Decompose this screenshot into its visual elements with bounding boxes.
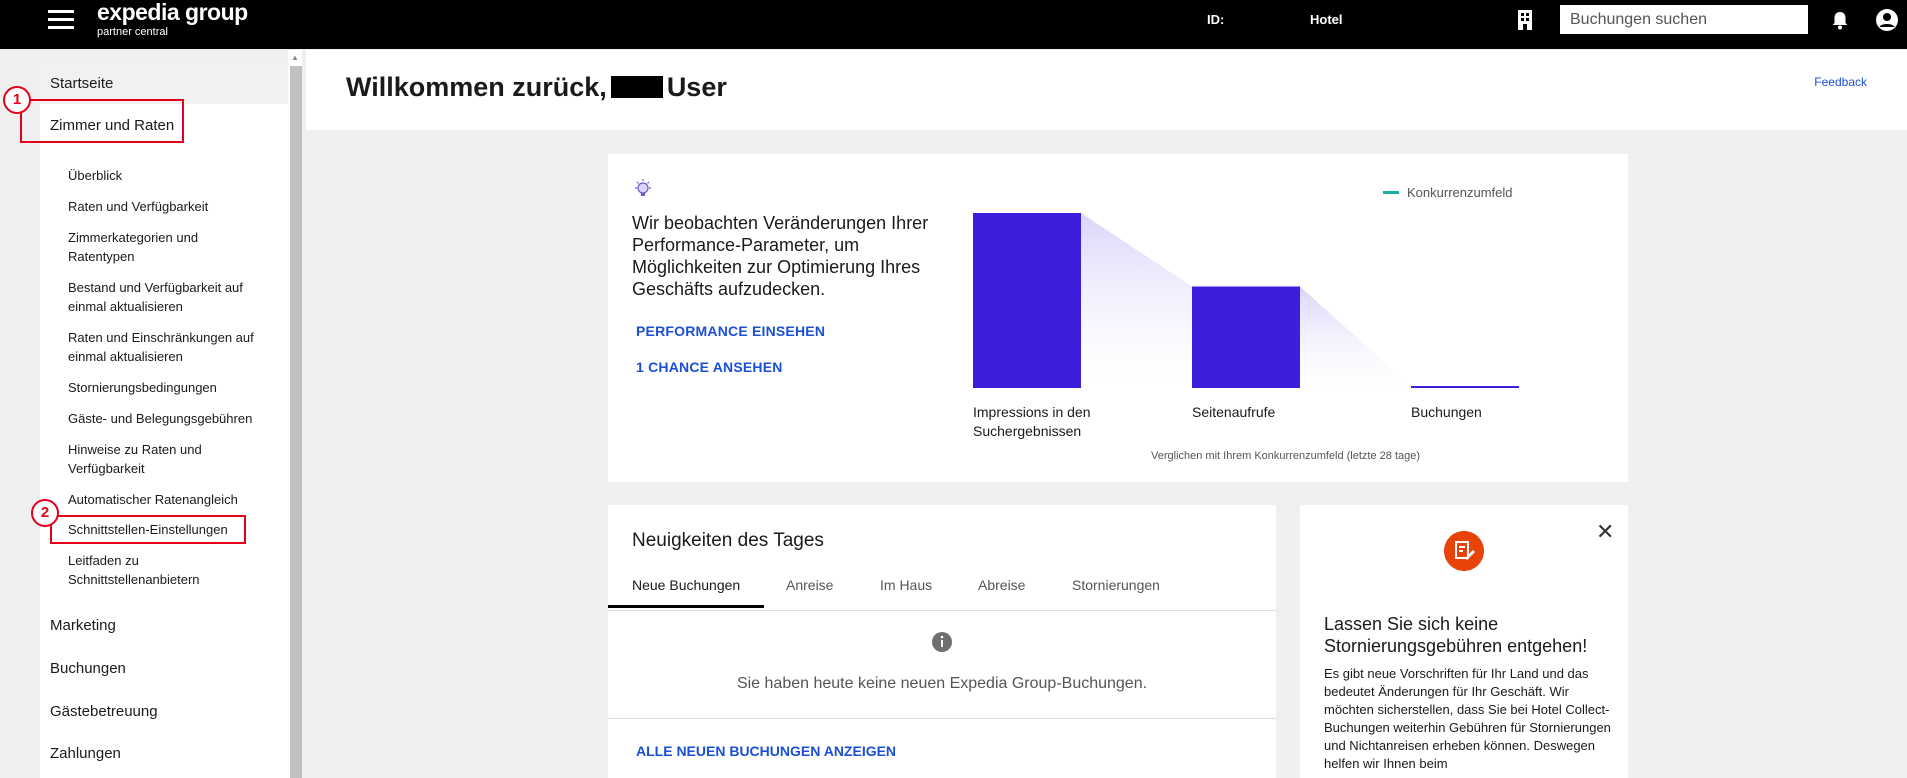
news-title: Neuigkeiten des Tages bbox=[632, 530, 824, 551]
feedback-link[interactable]: Feedback bbox=[1814, 75, 1867, 89]
performance-card: Wir beobachten Veränderungen Ihrer Perfo… bbox=[608, 154, 1628, 482]
tab-stornierungen[interactable]: Stornierungen bbox=[1072, 577, 1160, 605]
booking-search-input[interactable] bbox=[1560, 5, 1808, 34]
annotation-highlight-zimmer bbox=[20, 99, 184, 143]
promo-body: Es gibt neue Vorschriften für Ihr Land u… bbox=[1324, 666, 1611, 771]
divider bbox=[608, 718, 1276, 719]
subitem-zimmerkategorien[interactable]: Zimmerkategorien und Ratentypen bbox=[68, 228, 228, 266]
tab-anreise[interactable]: Anreise bbox=[786, 577, 833, 605]
all-new-bookings-link[interactable]: ALLE NEUEN BUCHUNGEN ANZEIGEN bbox=[636, 743, 896, 759]
sidebar-scrollbar[interactable]: ▲ bbox=[288, 50, 302, 778]
hotel-name-label: Hotel bbox=[1310, 12, 1343, 27]
subitem-stornierungsbedingungen[interactable]: Stornierungsbedingungen bbox=[68, 378, 268, 397]
no-bookings-message: Sie haben heute keine neuen Expedia Grou… bbox=[736, 675, 1148, 692]
cancellation-fee-card: ✕ Lassen Sie sich keine Stornierungsgebü… bbox=[1300, 505, 1628, 778]
subitem-raten-verfuegbarkeit[interactable]: Raten und Verfügbarkeit bbox=[68, 197, 268, 216]
subitem-raten-einschraenkungen[interactable]: Raten und Einschränkungen auf einmal akt… bbox=[68, 328, 268, 366]
scrollbar-thumb[interactable] bbox=[290, 66, 302, 778]
cancellation-fee-icon bbox=[1444, 531, 1484, 571]
scroll-up-arrow-icon[interactable]: ▲ bbox=[291, 53, 299, 62]
sidebar-item-startseite[interactable]: Startseite bbox=[50, 75, 113, 92]
bar-category-label: Buchungen bbox=[1411, 404, 1482, 420]
building-icon[interactable] bbox=[1514, 9, 1536, 31]
news-tabs: Neue Buchungen Anreise Im Haus Abreise S… bbox=[608, 571, 1276, 611]
redacted-name bbox=[610, 76, 663, 98]
welcome-header: Willkommen zurück, User Feedback bbox=[306, 50, 1907, 130]
page-title: Willkommen zurück, User bbox=[346, 72, 727, 103]
notification-bell-icon[interactable] bbox=[1830, 10, 1850, 30]
sidebar-navigation: Startseite Zimmer und Raten Überblick Ra… bbox=[40, 62, 288, 778]
funnel-connector bbox=[1300, 286, 1411, 388]
top-navigation-bar: expedia group partner central ID: Hotel bbox=[0, 0, 1907, 49]
close-icon[interactable]: ✕ bbox=[1596, 519, 1614, 545]
tab-im-haus[interactable]: Im Haus bbox=[880, 577, 932, 605]
tab-neue-buchungen[interactable]: Neue Buchungen bbox=[608, 577, 765, 608]
sidebar-item-zahlungen[interactable]: Zahlungen bbox=[50, 745, 121, 762]
promo-title: Lassen Sie sich keine Stornierungsgebühr… bbox=[1324, 614, 1588, 656]
welcome-prefix: Willkommen zurück, bbox=[346, 72, 607, 102]
logo-subtext: partner central bbox=[97, 26, 168, 38]
info-icon bbox=[932, 632, 952, 652]
chart-bar-0 bbox=[973, 213, 1081, 388]
subitem-bestand-aktualisieren[interactable]: Bestand und Verfügbarkeit auf einmal akt… bbox=[68, 278, 258, 316]
property-id-label: ID: bbox=[1207, 12, 1225, 27]
news-card: Neuigkeiten des Tages Neue Buchungen Anr… bbox=[608, 505, 1276, 778]
welcome-suffix: User bbox=[666, 72, 727, 102]
user-account-icon[interactable] bbox=[1875, 8, 1899, 32]
sidebar-item-gaestebetreuung[interactable]: Gästebetreuung bbox=[50, 703, 158, 720]
bar-category-label: Seitenaufrufe bbox=[1192, 404, 1276, 420]
chart-bar-2 bbox=[1411, 386, 1519, 388]
annotation-badge-1: 1 bbox=[3, 86, 31, 114]
subitem-gaeste-gebuehren[interactable]: Gäste- und Belegungsgebühren bbox=[68, 409, 268, 428]
subitem-leitfaden[interactable]: Leitfaden zu Schnittstellenanbietern bbox=[68, 551, 218, 589]
subitem-ueberblick[interactable]: Überblick bbox=[68, 166, 268, 185]
expedia-group-logo[interactable]: expedia group partner central bbox=[97, 0, 248, 38]
sidebar-item-buchungen[interactable]: Buchungen bbox=[50, 660, 126, 677]
logo-text: expedia group bbox=[97, 0, 248, 25]
funnel-connector bbox=[1081, 213, 1192, 388]
annotation-badge-2: 2 bbox=[31, 499, 59, 527]
annotation-highlight-schnittstellen bbox=[50, 515, 246, 544]
bar-category-label: Impressions in den Suchergebnissen bbox=[973, 404, 1091, 439]
hamburger-menu-icon[interactable] bbox=[48, 10, 74, 32]
chart-bar-1 bbox=[1192, 286, 1300, 388]
subitem-hinweise[interactable]: Hinweise zu Raten und Verfügbarkeit bbox=[68, 440, 218, 478]
tab-abreise[interactable]: Abreise bbox=[978, 577, 1025, 605]
comparison-note: Verglichen mit Ihrem Konkurrenzumfeld (l… bbox=[1151, 450, 1421, 462]
sidebar-item-marketing[interactable]: Marketing bbox=[50, 617, 116, 634]
subitem-automatischer-ratenangleich[interactable]: Automatischer Ratenangleich bbox=[68, 490, 268, 509]
